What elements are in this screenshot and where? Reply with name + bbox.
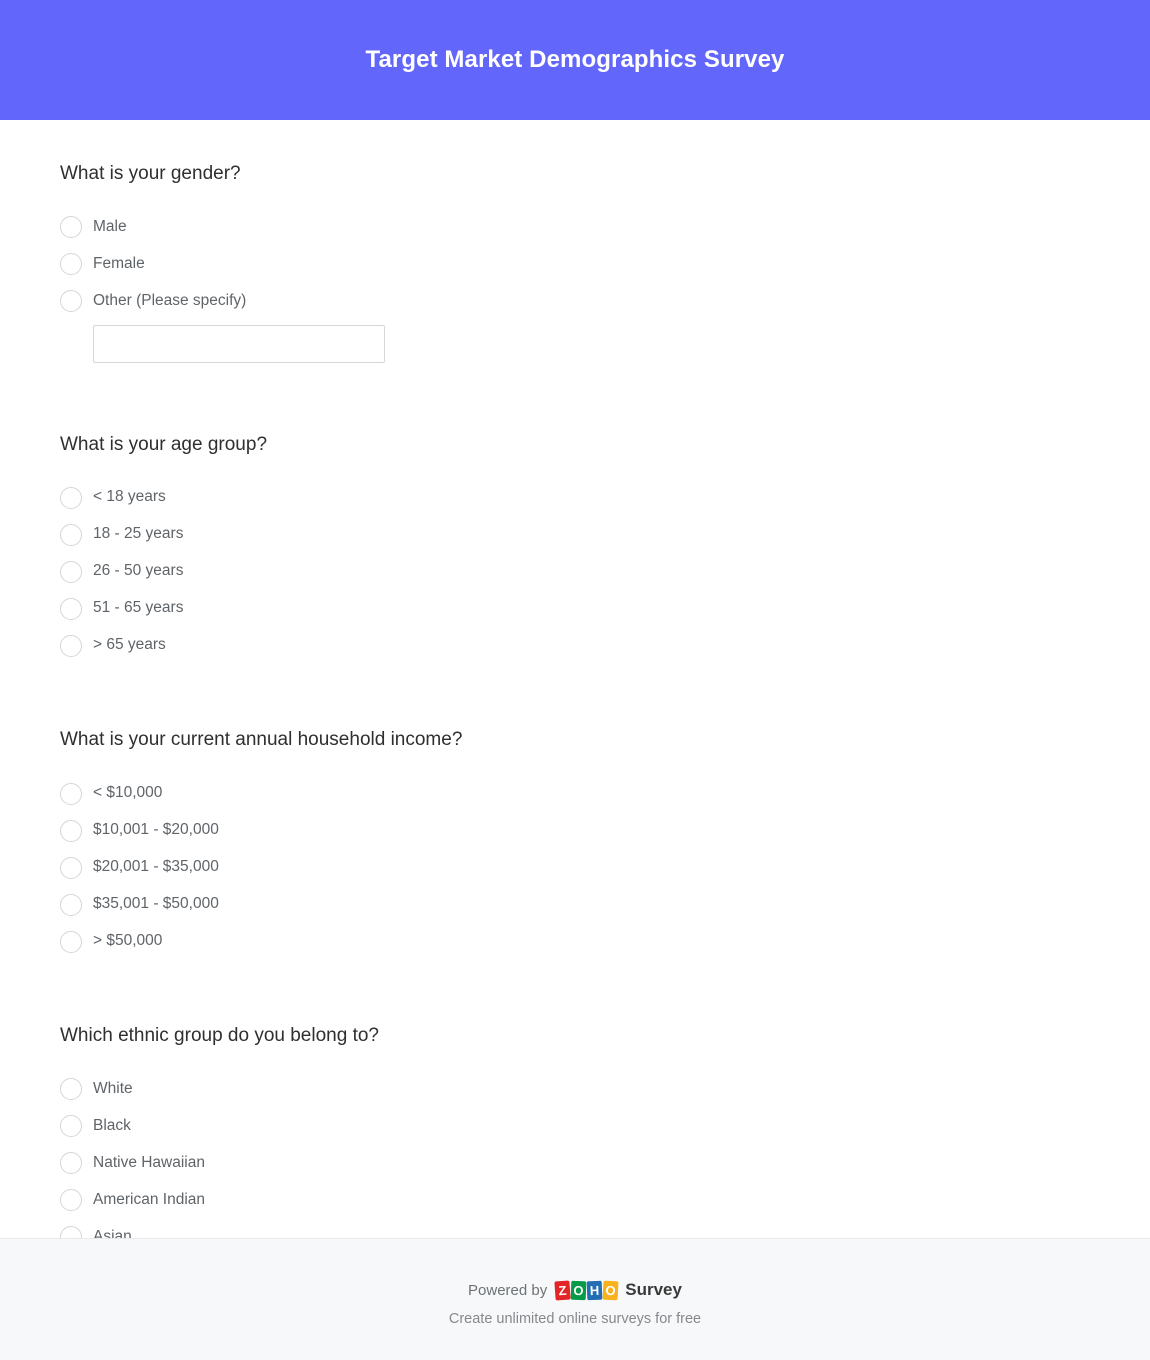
option-ethnic-white[interactable]: White [60,1071,1090,1108]
option-label: American Indian [93,1190,206,1208]
option-label: > 65 years [93,636,166,654]
option-label: White [93,1079,133,1097]
radio-button-icon[interactable] [60,597,82,620]
question-block-age-group: What is your age group? < 18 years 18 - … [60,395,1090,665]
option-ethnic-american-indian[interactable]: American Indian [60,1182,1090,1219]
option-age-51-65[interactable]: 51 - 65 years [60,590,1090,627]
radio-button-icon[interactable] [60,1152,82,1175]
option-age-over-65[interactable]: > 65 years [60,627,1090,664]
option-income-over-50k[interactable]: > $50,000 [60,923,1090,960]
option-label: > $50,000 [93,932,163,950]
radio-button-icon[interactable] [60,1115,82,1138]
option-label: Asian [93,1227,132,1238]
option-label: 26 - 50 years [93,562,184,580]
option-income-10k-20k[interactable]: $10,001 - $20,000 [60,812,1090,849]
option-label: Black [93,1116,131,1134]
option-label: Male [93,217,127,235]
radio-button-icon[interactable] [60,819,82,842]
option-age-under-18[interactable]: < 18 years [60,479,1090,516]
other-input-wrapper [60,320,1090,369]
option-label: $10,001 - $20,000 [93,821,219,839]
radio-button-icon[interactable] [60,893,82,916]
radio-button-icon[interactable] [60,930,82,953]
question-title-age-group: What is your age group? [60,433,268,455]
option-ethnic-black[interactable]: Black [60,1108,1090,1145]
brand-product-label: Survey [625,1280,682,1299]
option-ethnic-asian[interactable]: Asian [60,1219,1090,1238]
question-block-household-income: What is your current annual household in… [60,690,1090,960]
page-title: Target Market Demographics Survey [365,45,785,73]
radio-button-icon[interactable] [60,856,82,879]
option-label: $35,001 - $50,000 [93,895,219,913]
radio-button-icon[interactable] [60,216,82,239]
zoho-tile-z: Z [554,1280,571,1300]
question-title-gender: What is your gender? [60,163,241,184]
option-label: 51 - 65 years [93,599,184,617]
radio-button-icon[interactable] [60,634,82,657]
question-block-ethnic-group: Which ethnic group do you belong to? Whi… [60,986,1090,1238]
survey-header: Target Market Demographics Survey [0,0,1150,120]
question-title-ethnic-group: Which ethnic group do you belong to? [60,1025,379,1047]
option-label: $20,001 - $35,000 [93,858,219,876]
option-gender-female[interactable]: Female [60,246,1090,283]
option-gender-other[interactable]: Other (Please specify) [60,283,1090,320]
powered-by-row: Powered by Z O H O Survey [468,1278,682,1302]
option-gender-male[interactable]: Male [60,209,1090,246]
radio-button-icon[interactable] [60,253,82,276]
radio-button-icon[interactable] [60,1189,82,1212]
zoho-tile-o2: O [602,1280,619,1300]
zoho-tile-o1: O [570,1280,587,1300]
gender-other-text-input[interactable] [93,324,385,363]
option-label: < 18 years [93,488,166,506]
option-label: 18 - 25 years [93,525,184,543]
radio-button-icon[interactable] [60,1226,82,1238]
radio-button-icon[interactable] [60,486,82,509]
option-label: Native Hawaiian [93,1153,205,1171]
radio-button-icon[interactable] [60,1078,82,1101]
option-income-35k-50k[interactable]: $35,001 - $50,000 [60,886,1090,923]
option-label: Other (Please specify) [93,291,247,309]
option-age-18-25[interactable]: 18 - 25 years [60,516,1090,553]
question-block-gender: What is your gender? Male Female Other (… [60,120,1090,369]
options-list-gender: Male Female Other (Please specify) [60,209,1090,320]
options-list-age-group: < 18 years 18 - 25 years 26 - 50 years 5… [60,479,1090,664]
option-income-20k-35k[interactable]: $20,001 - $35,000 [60,849,1090,886]
zoho-logo-icon: Z O H O [554,1280,619,1301]
option-label: < $10,000 [93,784,163,802]
option-label: Female [93,254,145,272]
options-list-ethnic-group: White Black Native Hawaiian American Ind… [60,1071,1090,1238]
options-list-household-income: < $10,000 $10,001 - $20,000 $20,001 - $3… [60,775,1090,960]
zoho-tile-h: H [586,1280,603,1300]
option-ethnic-native-hawaiian[interactable]: Native Hawaiian [60,1145,1090,1182]
radio-button-icon[interactable] [60,560,82,583]
survey-footer: Powered by Z O H O Survey Create unlimit… [0,1238,1150,1360]
radio-button-icon[interactable] [60,782,82,805]
radio-button-icon[interactable] [60,523,82,546]
question-title-household-income: What is your current annual household in… [60,729,463,751]
option-age-26-50[interactable]: 26 - 50 years [60,553,1090,590]
survey-form-body: What is your gender? Male Female Other (… [0,120,1150,1238]
powered-by-label: Powered by [468,1281,548,1299]
option-income-under-10k[interactable]: < $10,000 [60,775,1090,812]
radio-button-icon[interactable] [60,290,82,313]
footer-tagline: Create unlimited online surveys for free [448,1311,702,1327]
